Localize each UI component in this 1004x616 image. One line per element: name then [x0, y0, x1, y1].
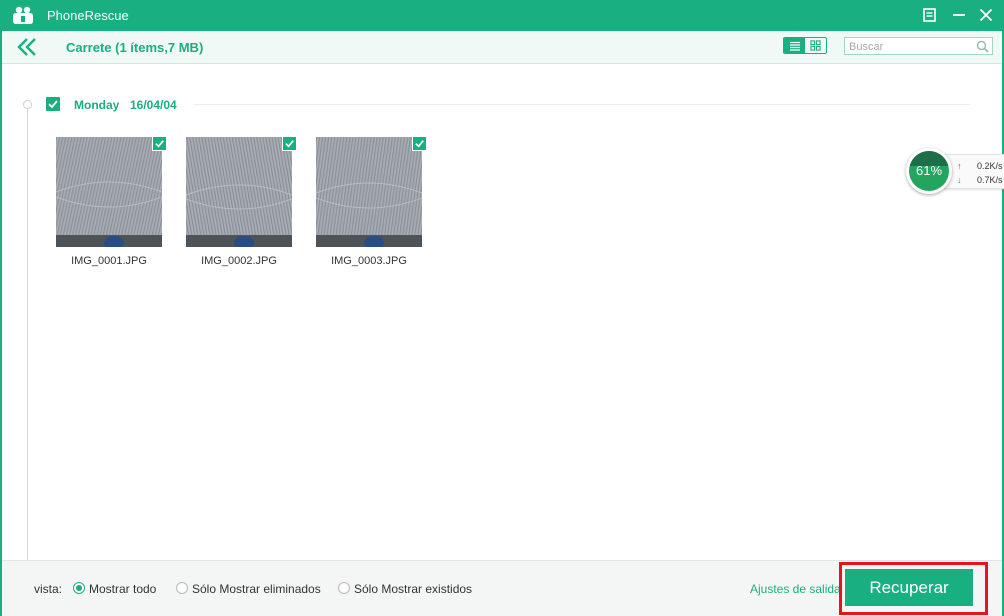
close-button[interactable] — [976, 5, 996, 25]
radio-label: Sólo Mostrar eliminados — [192, 582, 321, 596]
page-title: Carrete (1 ítems,7 MB) — [66, 40, 204, 55]
radio-dot-icon — [176, 582, 188, 594]
upload-arrow-icon: ↑ — [957, 161, 962, 171]
download-arrow-icon: ↓ — [957, 175, 962, 185]
photo-thumbnail — [56, 137, 162, 247]
view-toggle — [783, 37, 827, 54]
toolbar: Carrete (1 ítems,7 MB) — [2, 31, 1002, 64]
group-select-checkbox[interactable] — [46, 97, 60, 111]
photo-thumbnail — [316, 137, 422, 247]
recover-button[interactable]: Recuperar — [845, 569, 973, 606]
double-chevron-left-icon — [17, 38, 36, 56]
photo-filename: IMG_0001.JPG — [71, 255, 147, 267]
vista-label: vista: — [34, 582, 63, 596]
memory-gauge: 61% — [906, 148, 952, 194]
menu-icon — [923, 8, 936, 22]
photo-image — [56, 137, 162, 247]
close-icon — [979, 8, 993, 22]
checkmark-icon — [285, 140, 294, 148]
gauge-percent: 61% — [915, 163, 943, 178]
checkmark-icon — [415, 140, 424, 148]
minimize-icon — [953, 14, 965, 16]
search-input[interactable] — [849, 39, 974, 54]
menu-button[interactable] — [920, 5, 940, 25]
speed-panel: ↑ 0.2K/s ↓ 0.7K/s — [944, 154, 1004, 189]
photo-checkbox[interactable] — [152, 136, 167, 151]
group-date: 16/04/04 — [130, 98, 177, 112]
network-speed-widget[interactable]: ↑ 0.2K/s ↓ 0.7K/s 61% — [906, 148, 1004, 194]
photo-image — [316, 137, 422, 247]
search-icon[interactable] — [976, 40, 989, 53]
download-speed: 0.7K/s — [977, 175, 1003, 185]
timeline-dot — [23, 100, 32, 109]
content-area: Monday 16/04/04 IMG_0001.JPG IMG_0002.JP… — [2, 64, 1002, 560]
footer-bar: vista: Mostrar todo Sólo Mostrar elimina… — [2, 560, 1002, 616]
app-title: PhoneRescue — [47, 8, 129, 23]
timeline-line — [27, 100, 28, 560]
grid-view-button[interactable] — [805, 38, 826, 53]
photo-checkbox[interactable] — [282, 136, 297, 151]
minimize-button[interactable] — [949, 5, 969, 25]
photo-checkbox[interactable] — [412, 136, 427, 151]
radio-dot-icon — [338, 582, 350, 594]
photo-filename: IMG_0003.JPG — [331, 255, 407, 267]
photo-filename: IMG_0002.JPG — [201, 255, 277, 267]
list-icon — [789, 41, 800, 51]
group-divider — [194, 104, 970, 105]
photo-image — [186, 137, 292, 247]
app-window: PhoneRescue Carrete (1 ítems,7 MB) Busca… — [0, 0, 1004, 616]
radio-label: Mostrar todo — [89, 582, 157, 596]
output-settings-link[interactable]: Ajustes de salida — [750, 582, 841, 596]
phonerescue-logo-icon — [13, 6, 33, 24]
search-box — [844, 37, 993, 55]
radio-label: Sólo Mostrar existidos — [354, 582, 473, 596]
checkmark-icon — [155, 140, 164, 148]
checkmark-icon — [48, 100, 58, 109]
list-view-button[interactable] — [784, 38, 805, 53]
upload-speed: 0.2K/s — [977, 161, 1003, 171]
back-button[interactable] — [16, 37, 38, 57]
title-bar: PhoneRescue — [0, 0, 1004, 31]
grid-icon — [810, 40, 821, 51]
group-day: Monday — [74, 98, 120, 112]
photo-thumbnail — [186, 137, 292, 247]
radio-dot-icon — [73, 582, 85, 594]
